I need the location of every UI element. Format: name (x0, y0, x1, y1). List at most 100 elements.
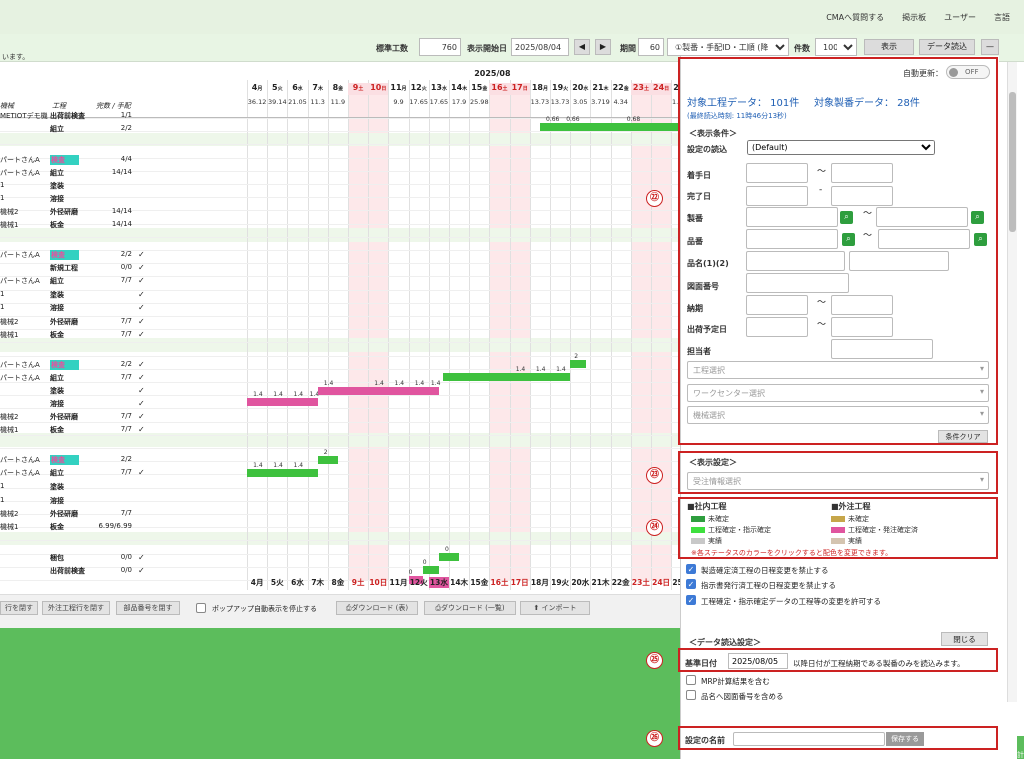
legend-swatch-out-actual[interactable] (831, 538, 845, 544)
close-rows-button[interactable]: 行を閉す (0, 601, 38, 615)
row-process[interactable]: 塗装 (50, 482, 64, 492)
gantt-bar[interactable] (247, 469, 318, 477)
legend-swatch-unconfirmed[interactable] (691, 516, 705, 522)
gantt-bar[interactable] (438, 553, 460, 561)
row-process[interactable]: 組立 (50, 124, 64, 134)
search-icon[interactable]: ⌕ (974, 233, 987, 246)
row-process[interactable]: 組立 (50, 276, 64, 286)
done-date-to[interactable] (831, 186, 893, 206)
count-select[interactable]: 100 (815, 38, 857, 56)
day-header[interactable]: 14木 (449, 83, 469, 95)
row-process[interactable]: 外径研磨 (50, 207, 78, 217)
download-list-button[interactable]: ⎙ダウンロード (一覧) (424, 601, 516, 615)
drawing-input[interactable] (746, 273, 849, 293)
hinmei-1[interactable] (746, 251, 845, 271)
day-header[interactable]: 6水 (287, 83, 307, 95)
period-input[interactable] (638, 38, 664, 56)
nav-language[interactable]: 言語 (994, 12, 1010, 23)
start-date-input[interactable] (511, 38, 569, 56)
opt3-checkbox[interactable]: ✓ (686, 595, 696, 605)
owner-input[interactable] (831, 339, 933, 359)
search-icon[interactable]: ⌕ (842, 233, 855, 246)
start-date-to[interactable] (831, 163, 893, 183)
base-date-input[interactable] (728, 653, 788, 669)
nav-user[interactable]: ユーザー (944, 12, 976, 23)
day-header[interactable]: 23土 (630, 83, 651, 95)
day-header[interactable]: 15金 (469, 83, 489, 95)
legend-swatch-confirmed[interactable] (691, 527, 705, 533)
gantt-bar[interactable] (317, 387, 439, 395)
row-process[interactable]: 組立 (50, 468, 64, 478)
row-process[interactable]: 板金 (50, 425, 64, 435)
day-header[interactable]: 20水 (570, 83, 590, 95)
auto-update-toggle[interactable]: OFF (946, 65, 990, 79)
close-panel-button[interactable]: 閉じる (941, 632, 988, 646)
row-process[interactable]: 板金 (50, 220, 64, 230)
order-info-select[interactable]: 受注情報選択 ▾ (687, 472, 989, 490)
workcenter-select[interactable]: ワークセンター選択 ▾ (687, 384, 989, 402)
legend-swatch-out-confirmed[interactable] (831, 527, 845, 533)
gantt-bar[interactable] (422, 566, 439, 574)
setting-select[interactable]: (Default) (747, 140, 935, 155)
day-header[interactable]: 17日 (509, 83, 530, 95)
day-header[interactable]: 11月 (388, 83, 408, 95)
legend-swatch-out-unconfirmed[interactable] (831, 516, 845, 522)
day-header[interactable]: 18月 (530, 83, 550, 95)
opt2-checkbox[interactable]: ✓ (686, 579, 696, 589)
hinban-to[interactable] (878, 229, 970, 249)
hinmei-2[interactable] (849, 251, 949, 271)
std-hours-input[interactable] (419, 38, 461, 56)
next-date-button[interactable]: ▶ (595, 39, 611, 55)
row-process[interactable]: 出荷前検査 (50, 566, 85, 576)
opt1-checkbox[interactable]: ✓ (686, 564, 696, 574)
row-process[interactable]: 外径研磨 (50, 412, 78, 422)
gantt-bar[interactable] (442, 373, 571, 381)
seiban-to[interactable] (876, 207, 968, 227)
hinmei-drawing-checkbox[interactable] (686, 690, 696, 700)
hinban-from[interactable] (746, 229, 838, 249)
row-process[interactable]: 溶接 (50, 496, 64, 506)
row-process[interactable]: 出荷前検査 (50, 111, 85, 121)
prev-date-button[interactable]: ◀ (574, 39, 590, 55)
row-process[interactable]: 検査 (50, 360, 79, 370)
row-process[interactable]: 検査 (50, 155, 79, 165)
day-header[interactable]: 4月 (247, 83, 267, 95)
machine-select[interactable]: 機械選択 ▾ (687, 406, 989, 424)
day-header[interactable]: 9土 (348, 83, 369, 95)
day-header[interactable]: 7木 (308, 83, 328, 95)
import-button[interactable]: ⬆ インポート (520, 601, 590, 615)
seiban-from[interactable] (746, 207, 838, 227)
row-process[interactable]: 塗装 (50, 181, 64, 191)
scroll-thumb[interactable] (1009, 92, 1016, 232)
done-date-from[interactable] (746, 186, 808, 206)
deadline-to[interactable] (831, 295, 893, 315)
day-header[interactable]: 22金 (611, 83, 631, 95)
search-icon[interactable]: ⌕ (971, 211, 984, 224)
ship-date-to[interactable] (831, 317, 893, 337)
legend-swatch-actual[interactable] (691, 538, 705, 544)
download-table-button[interactable]: ⎙ダウンロード (表) (336, 601, 418, 615)
start-date-from[interactable] (746, 163, 808, 183)
popup-stop-checkbox[interactable] (196, 603, 206, 613)
day-header[interactable]: 13水 (429, 83, 449, 95)
close-outsource-button[interactable]: 外注工程行を閉す (42, 601, 110, 615)
gantt-bar[interactable] (317, 456, 338, 464)
nav-board[interactable]: 掲示板 (902, 12, 926, 23)
read-data-button[interactable]: データ読込 (919, 39, 975, 55)
row-process[interactable]: 板金 (50, 330, 64, 340)
row-process[interactable]: 塗装 (50, 290, 64, 300)
mrp-checkbox[interactable] (686, 675, 696, 685)
ship-date-from[interactable] (746, 317, 808, 337)
day-header[interactable]: 19火 (550, 83, 570, 95)
row-process[interactable]: 板金 (50, 522, 64, 532)
search-icon[interactable]: ⌕ (840, 211, 853, 224)
day-header[interactable]: 24日 (651, 83, 672, 95)
clear-conditions-button[interactable]: 条件クリア (938, 430, 988, 443)
day-header[interactable]: 16土 (489, 83, 510, 95)
gantt-bar[interactable] (539, 123, 692, 131)
setting-name-input[interactable] (733, 732, 885, 746)
save-setting-button[interactable]: 保存する (886, 732, 924, 746)
row-process[interactable]: 溶接 (50, 303, 64, 313)
row-process[interactable]: 外径研磨 (50, 317, 78, 327)
row-process[interactable]: 溶接 (50, 194, 64, 204)
